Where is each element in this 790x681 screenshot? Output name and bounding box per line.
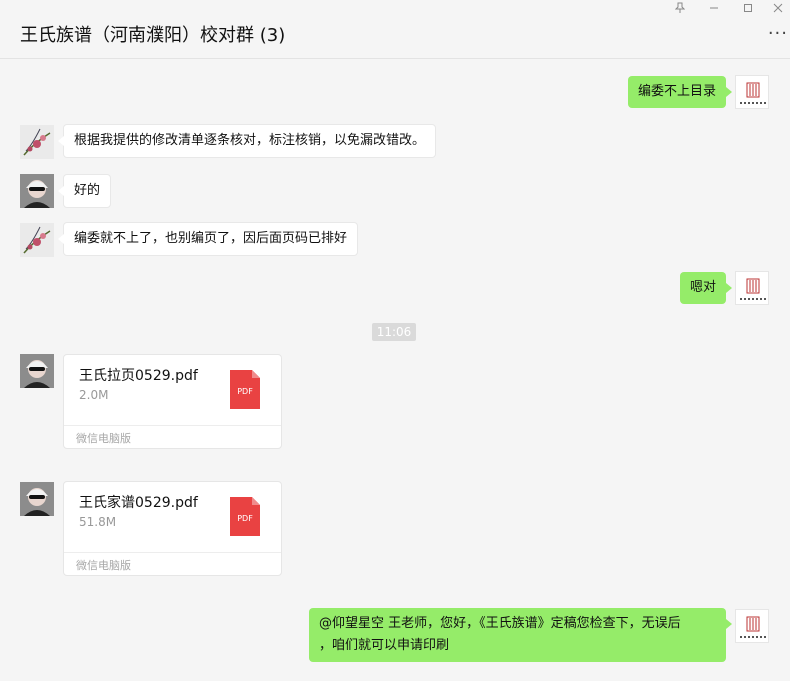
divider (64, 552, 281, 553)
contact-avatar-person[interactable] (20, 174, 54, 208)
pdf-icon: PDF (230, 497, 260, 536)
file-message-card[interactable]: 王氏家谱0529.pdf 51.8M PDF 微信电脑版 (63, 481, 282, 576)
pdf-label: PDF (237, 387, 253, 396)
close-icon[interactable] (768, 2, 788, 18)
minimize-icon[interactable] (704, 2, 724, 18)
file-size: 2.0M (79, 388, 109, 402)
more-options-icon[interactable]: ··· (768, 25, 788, 43)
message-timestamp: 11:06 (372, 323, 416, 341)
file-message-card[interactable]: 王氏拉页0529.pdf 2.0M PDF 微信电脑版 (63, 354, 282, 449)
contact-avatar-person[interactable] (20, 354, 54, 388)
message-bubble-incoming[interactable]: 好的 (57, 174, 112, 208)
contact-avatar-orchid[interactable] (20, 223, 54, 257)
message-bubble-incoming[interactable]: 根据我提供的修改清单逐条核对，标注核销，以免漏改错改。 (57, 124, 437, 158)
file-name: 王氏拉页0529.pdf (79, 368, 198, 384)
pdf-label: PDF (237, 514, 253, 523)
file-name: 王氏家谱0529.pdf (79, 495, 198, 511)
my-avatar[interactable] (735, 609, 769, 643)
chat-title: 王氏族谱（河南濮阳）校对群 (3) (20, 25, 286, 46)
file-source-label: 微信电脑版 (76, 559, 131, 572)
contact-avatar-orchid[interactable] (20, 125, 54, 159)
message-bubble-outgoing[interactable]: @仰望星空 王老师，您好，《王氏族谱》定稿您检查下，无误后 ，咱们就可以申请印刷 (309, 608, 732, 662)
pdf-icon: PDF (230, 370, 260, 409)
message-bubble-outgoing[interactable]: 编委不上目录 (627, 76, 733, 108)
my-avatar[interactable] (735, 75, 769, 109)
divider (64, 425, 281, 426)
file-source-label: 微信电脑版 (76, 432, 131, 445)
message-bubble-outgoing[interactable]: 嗯对 (679, 272, 733, 304)
message-line: @仰望星空 王老师，您好，《王氏族谱》定稿您检查下，无误后 (319, 616, 681, 631)
maximize-icon[interactable] (738, 2, 758, 18)
message-line: ，咱们就可以申请印刷 (319, 638, 450, 653)
chat-header: 王氏族谱（河南濮阳）校对群 (3) ··· (0, 0, 790, 59)
pin-icon[interactable] (670, 2, 690, 18)
my-avatar[interactable] (735, 271, 769, 305)
contact-avatar-person[interactable] (20, 482, 54, 516)
file-size: 51.8M (79, 515, 117, 529)
message-bubble-incoming[interactable]: 编委就不上了，也别编页了，因后面页码已排好 (57, 222, 359, 256)
